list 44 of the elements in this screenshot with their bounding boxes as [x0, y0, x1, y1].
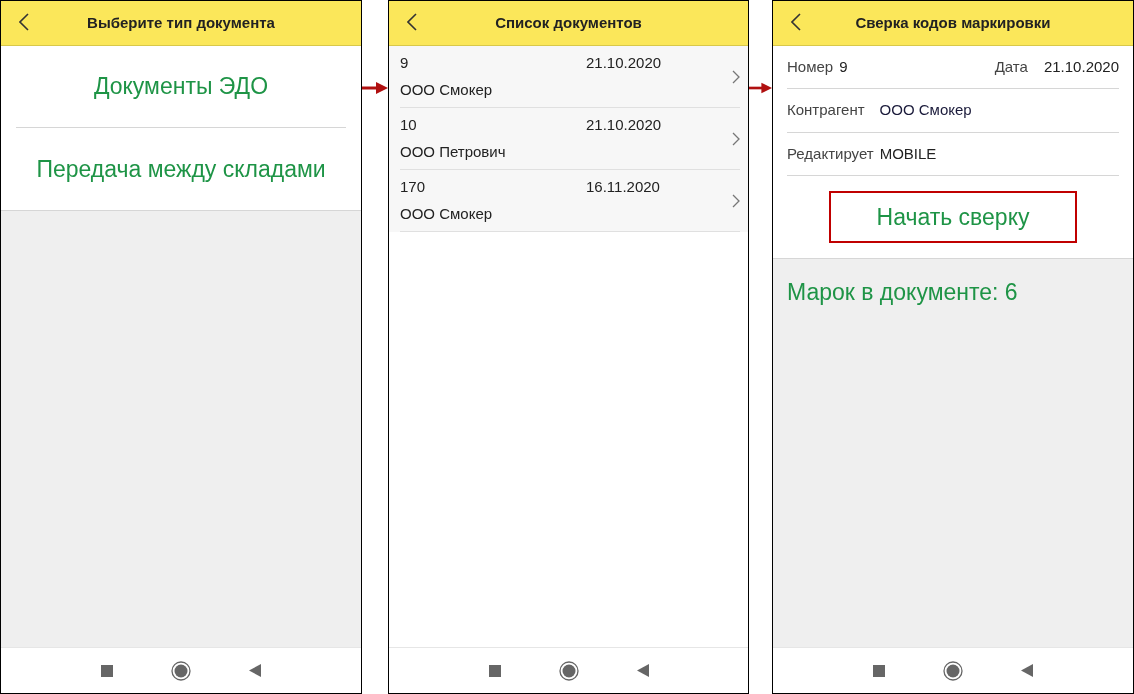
back-triangle-icon[interactable]: [636, 664, 649, 677]
field-label: Контрагент: [787, 100, 865, 121]
start-button[interactable]: Начать сверку: [829, 191, 1077, 243]
field-value: ООО Смокер: [879, 100, 972, 121]
document-partner: ООО Смокер: [400, 79, 494, 100]
document-number: 170: [400, 177, 427, 197]
chevron-icon: [732, 131, 740, 146]
screen-title: Сверка кодов маркировки: [855, 12, 1051, 33]
document-number: 9: [400, 53, 410, 73]
back-triangle-icon[interactable]: [1021, 664, 1033, 677]
arrow-icon: [362, 82, 388, 94]
chevron-icon: [732, 193, 740, 208]
field-value: 21.10.2020: [1043, 56, 1119, 77]
document-row[interactable]: 10 21.10.2020 ООО Петрович: [389, 108, 748, 170]
document-date: 21.10.2020: [586, 115, 662, 135]
summary-text: Марок в документе: 6: [787, 278, 1019, 307]
back-triangle-icon[interactable]: [249, 664, 261, 677]
field-value: 9: [839, 56, 849, 77]
document-date: 21.10.2020: [586, 53, 662, 73]
menu-item[interactable]: Документы ЭДО: [16, 46, 346, 128]
field-label: Редактирует: [787, 143, 874, 164]
home-icon[interactable]: [558, 660, 579, 681]
document-row[interactable]: 170 16.11.2020 ООО Смокер: [389, 170, 748, 232]
document-row[interactable]: 9 21.10.2020 ООО Смокер: [389, 46, 748, 108]
document-partner: ООО Петрович: [400, 141, 507, 162]
back-button[interactable]: [407, 13, 417, 31]
menu-item[interactable]: Передача между складами: [16, 128, 346, 210]
arrow-icon: [749, 82, 772, 94]
back-button[interactable]: [19, 13, 29, 31]
back-button[interactable]: [791, 13, 801, 31]
document-number: 10: [400, 115, 418, 135]
square-icon[interactable]: [488, 664, 501, 677]
home-icon[interactable]: [171, 660, 191, 681]
field-label: Номер: [787, 56, 834, 77]
square-icon[interactable]: [873, 664, 885, 677]
screen-title: Выберите тип документа: [87, 12, 275, 33]
home-icon[interactable]: [943, 660, 963, 681]
document-partner: ООО Смокер: [400, 203, 494, 224]
screen-title: Список документов: [495, 12, 642, 33]
document-date: 16.11.2020: [586, 177, 660, 197]
field-label: Дата: [994, 56, 1028, 77]
square-icon[interactable]: [101, 664, 113, 677]
chevron-icon: [732, 69, 740, 84]
field-value: MOBILE: [879, 143, 937, 164]
